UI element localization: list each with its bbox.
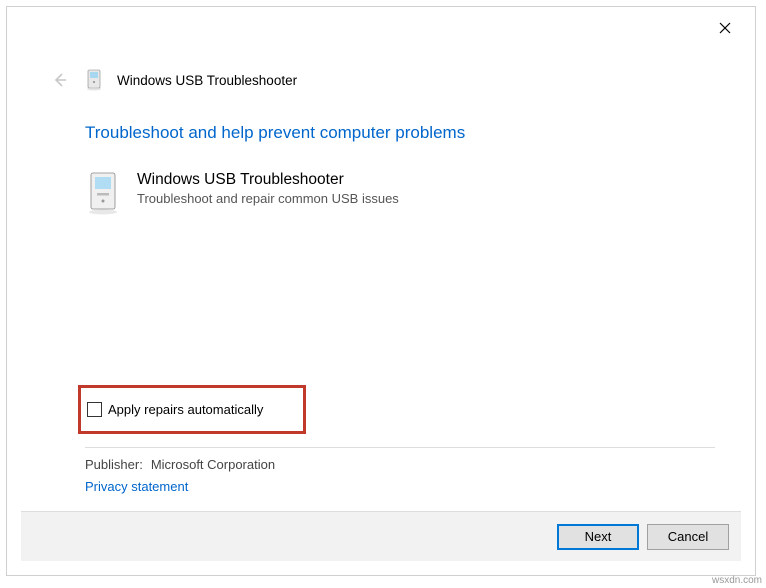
troubleshooter-small-icon xyxy=(85,69,103,91)
back-arrow-icon xyxy=(51,71,69,89)
close-icon xyxy=(719,22,731,34)
apply-repairs-label: Apply repairs automatically xyxy=(108,402,263,417)
troubleshooter-item[interactable]: Windows USB Troubleshooter Troubleshoot … xyxy=(85,171,715,215)
footer: Next Cancel xyxy=(21,511,741,561)
watermark: wsxdn.com xyxy=(712,575,762,586)
main-heading: Troubleshoot and help prevent computer p… xyxy=(85,123,715,143)
back-button[interactable] xyxy=(49,69,71,91)
publisher-value: Microsoft Corporation xyxy=(151,457,275,472)
highlight-annotation: Apply repairs automatically xyxy=(78,385,306,434)
publisher-label: Publisher: xyxy=(85,457,143,472)
header: Windows USB Troubleshooter xyxy=(49,69,297,91)
divider xyxy=(85,447,715,448)
apply-repairs-checkbox-row[interactable]: Apply repairs automatically xyxy=(87,402,263,417)
window-title: Windows USB Troubleshooter xyxy=(117,73,297,88)
item-description: Troubleshoot and repair common USB issue… xyxy=(137,191,399,206)
publisher-row: Publisher: Microsoft Corporation xyxy=(85,457,275,472)
apply-repairs-checkbox[interactable] xyxy=(87,402,102,417)
privacy-statement-link[interactable]: Privacy statement xyxy=(85,479,188,494)
cancel-button[interactable]: Cancel xyxy=(647,524,729,550)
troubleshooter-window: Windows USB Troubleshooter Troubleshoot … xyxy=(6,6,756,576)
next-button[interactable]: Next xyxy=(557,524,639,550)
close-button[interactable] xyxy=(705,13,745,43)
troubleshooter-item-text: Windows USB Troubleshooter Troubleshoot … xyxy=(137,171,399,206)
computer-tower-icon xyxy=(85,171,121,215)
content-area: Troubleshoot and help prevent computer p… xyxy=(85,123,715,235)
item-title: Windows USB Troubleshooter xyxy=(137,171,399,189)
